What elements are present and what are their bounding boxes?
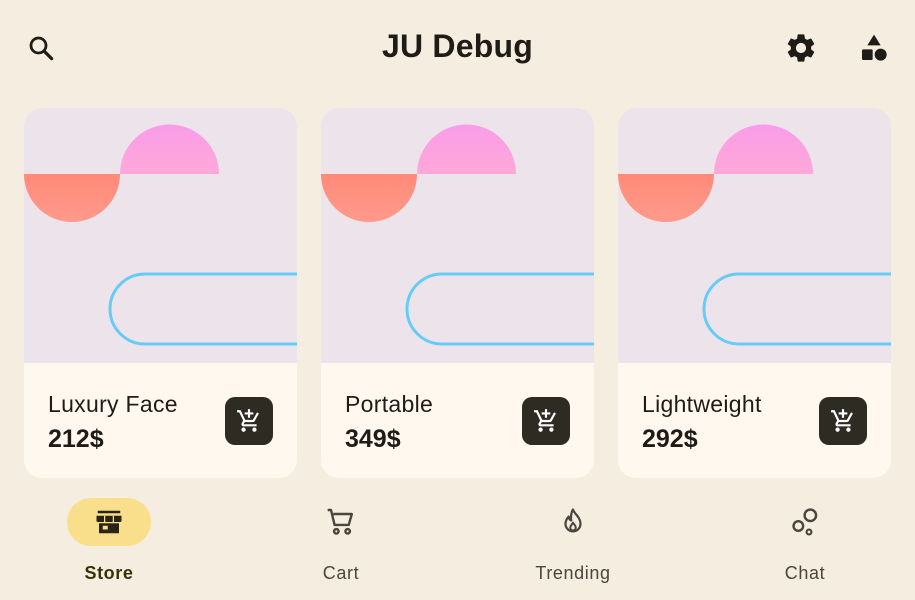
nav-icon-container [531,498,615,546]
nav-label: Cart [322,563,360,583]
add-shopping-cart-icon [831,409,853,432]
bubbles-icon [792,508,818,536]
product-image [618,108,891,363]
add-to-cart-button[interactable] [819,397,867,445]
product-name: Lightweight [642,391,762,417]
product-info: Portable 349$ [321,363,594,478]
add-to-cart-button[interactable] [522,397,570,445]
nav-item-store[interactable]: Store [19,498,199,588]
shapes-icon [862,34,887,61]
product-price: 292$ [642,425,698,453]
storefront-icon [96,510,122,534]
nav-item-cart[interactable]: Cart [251,498,431,588]
cart-icon [327,508,353,535]
product-price: 212$ [48,425,104,453]
product-card[interactable]: Lightweight 292$ [618,108,891,478]
categories-button[interactable] [850,24,898,72]
nav-item-trending[interactable]: Trending [483,498,663,588]
gear-icon [787,34,815,62]
product-image [24,108,297,363]
product-name: Portable [345,391,434,417]
product-info: Luxury Face 212$ [24,363,297,478]
flame-icon [564,508,582,533]
add-shopping-cart-icon [237,409,259,432]
product-card[interactable]: Portable 349$ [321,108,594,478]
product-price: 349$ [345,425,401,453]
nav-active-indicator [67,498,151,546]
nav-item-chat[interactable]: Chat [715,498,895,588]
nav-icon-container [299,498,383,546]
bottom-navigation: Store Cart Trending Chat [0,490,915,600]
product-info: Lightweight 292$ [618,363,891,478]
add-to-cart-button[interactable] [225,397,273,445]
nav-icon-container [763,498,847,546]
settings-button[interactable] [777,24,825,72]
top-app-bar: JU Debug [0,0,915,100]
nav-label: Trending [535,563,611,583]
product-image [321,108,594,363]
product-card[interactable]: Luxury Face 212$ [24,108,297,478]
product-name: Luxury Face [48,391,178,417]
add-shopping-cart-icon [534,409,556,432]
nav-label: Chat [784,563,826,583]
nav-label: Store [84,563,134,583]
